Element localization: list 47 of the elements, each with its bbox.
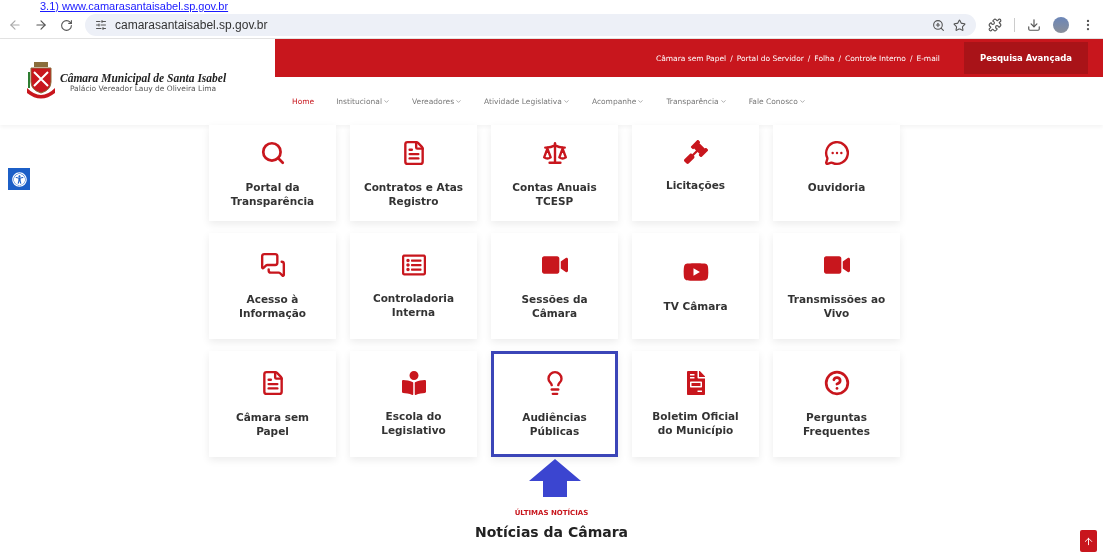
pointer-arrow bbox=[528, 459, 581, 497]
chevron-down-icon bbox=[562, 97, 570, 105]
shortcut-tile[interactable]: Sessões da Câmara bbox=[491, 233, 618, 339]
speech-bubbles-icon bbox=[259, 252, 286, 278]
question-icon bbox=[823, 370, 850, 396]
reload-icon[interactable] bbox=[60, 18, 73, 32]
shortcut-tile[interactable]: Ouvidoria bbox=[773, 125, 900, 221]
forward-icon[interactable] bbox=[34, 18, 48, 32]
shortcut-tile[interactable]: Contas Anuais TCESP bbox=[491, 125, 618, 221]
shortcut-tile[interactable]: TV Câmara bbox=[632, 233, 759, 339]
chevron-down-icon bbox=[798, 97, 806, 105]
shortcut-tile[interactable]: Portal da Transparência bbox=[209, 125, 336, 221]
speech-bubble-icon bbox=[823, 140, 850, 166]
profile-avatar[interactable] bbox=[1053, 17, 1069, 33]
shortcut-tile[interactable]: Acesso à Informação bbox=[209, 233, 336, 339]
shortcut-tile[interactable]: Audiências Públicas bbox=[491, 351, 618, 457]
reader-icon bbox=[401, 371, 426, 395]
shortcut-tile[interactable]: Transmissões ao Vivo bbox=[773, 233, 900, 339]
site-settings-icon[interactable] bbox=[95, 19, 107, 31]
arrow-up-icon bbox=[1083, 535, 1094, 547]
address-bar[interactable]: camarasantaisabel.sp.gov.br bbox=[85, 14, 976, 36]
gavel-icon bbox=[683, 140, 708, 164]
search-icon bbox=[259, 140, 286, 166]
shortcut-tile[interactable]: Escola do Legislativo bbox=[350, 351, 477, 457]
accessibility-button[interactable] bbox=[8, 168, 30, 190]
puzzle-icon[interactable] bbox=[988, 18, 1002, 32]
shortcut-tile[interactable]: Câmara sem Papel bbox=[209, 351, 336, 457]
shortcut-tile[interactable]: Contratos e Atas Registro bbox=[350, 125, 477, 221]
star-icon[interactable] bbox=[953, 18, 966, 32]
scale-icon bbox=[541, 140, 568, 166]
url-text: camarasantaisabel.sp.gov.br bbox=[115, 18, 269, 32]
scroll-top-button[interactable] bbox=[1080, 530, 1097, 552]
chevron-down-icon bbox=[719, 97, 727, 105]
download-icon[interactable] bbox=[1027, 18, 1041, 32]
zoom-icon[interactable] bbox=[932, 18, 945, 32]
chevron-down-icon bbox=[383, 97, 390, 105]
shortcut-tile[interactable]: Controladoria Interna bbox=[350, 233, 477, 339]
section-title: Notícias da Câmara bbox=[475, 524, 628, 540]
chevron-down-icon bbox=[455, 97, 463, 105]
chevron-down-icon bbox=[637, 97, 645, 105]
shortcut-tile[interactable]: Licitações bbox=[632, 125, 759, 221]
list-icon bbox=[401, 253, 426, 277]
advanced-search-button[interactable]: Pesquisa Avançada bbox=[963, 42, 1088, 74]
site-title[interactable]: Câmara Municipal de Santa Isabel bbox=[60, 71, 227, 84]
document-link[interactable]: 3.1) www.camarasantaisabel.sp.gov.br bbox=[40, 0, 229, 12]
shortcut-tile[interactable]: Perguntas Frequentes bbox=[773, 351, 900, 457]
shortcut-tile[interactable]: Boletim Oficial do Município bbox=[632, 351, 759, 457]
